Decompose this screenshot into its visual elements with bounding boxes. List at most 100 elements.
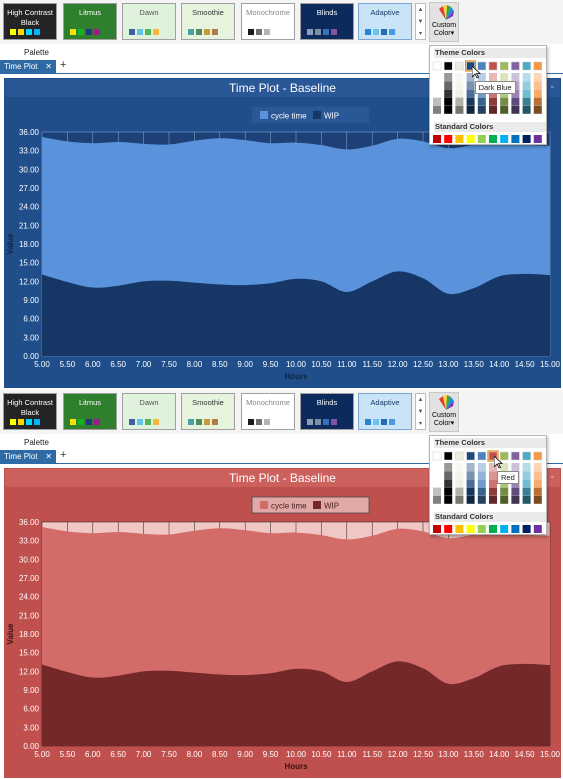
theme-color-shade[interactable] <box>433 105 441 114</box>
theme-color-shade[interactable] <box>533 479 542 488</box>
theme-color-shade[interactable] <box>433 97 441 106</box>
theme-color-shade[interactable] <box>444 81 453 90</box>
theme-color-swatch[interactable] <box>466 451 475 461</box>
theme-color-shade[interactable] <box>466 479 475 488</box>
theme-color-shade[interactable] <box>466 495 475 504</box>
palette-tile-high-contrast-black[interactable]: High Contrast Black <box>3 393 57 430</box>
palette-tile-litmus[interactable]: Litmus <box>63 393 117 430</box>
add-tab-button[interactable]: + <box>60 59 66 71</box>
theme-color-shade[interactable] <box>511 463 520 471</box>
theme-color-shade[interactable] <box>466 471 475 480</box>
theme-color-swatch[interactable] <box>443 61 453 71</box>
palette-tile-smoothie[interactable]: Smoothie <box>181 393 235 430</box>
standard-color-swatch[interactable] <box>489 525 497 533</box>
theme-color-shade[interactable] <box>533 73 542 81</box>
theme-color-shade[interactable] <box>444 471 453 480</box>
custom-color-button[interactable]: Custom Color▾ <box>429 392 459 432</box>
theme-color-shade[interactable] <box>466 97 475 106</box>
scroll-up-icon[interactable]: ▲ <box>416 394 425 406</box>
palette-tile-dawn[interactable]: Dawn <box>122 3 176 40</box>
theme-color-shade[interactable] <box>522 105 531 114</box>
theme-color-shade[interactable] <box>500 105 509 114</box>
theme-color-shade[interactable] <box>444 89 453 98</box>
theme-color-shade[interactable] <box>477 97 486 106</box>
theme-color-shade[interactable] <box>444 487 453 496</box>
gallery-expand-icon[interactable]: ▾ <box>416 28 425 40</box>
palette-tile-smoothie[interactable]: Smoothie <box>181 3 235 40</box>
theme-color-shade[interactable] <box>433 463 441 471</box>
tab-time-plot[interactable]: Time Plot ✕ <box>0 450 56 464</box>
standard-color-swatch[interactable] <box>500 135 509 143</box>
theme-color-swatch[interactable] <box>455 451 464 461</box>
standard-color-swatch[interactable] <box>500 525 509 533</box>
standard-color-swatch[interactable] <box>489 135 497 143</box>
theme-color-shade[interactable] <box>500 73 509 81</box>
palette-tile-monochrome[interactable]: Monochrome <box>241 393 295 430</box>
standard-color-swatch[interactable] <box>455 135 464 143</box>
window-restore-icon[interactable]: ▫ <box>551 84 553 91</box>
standard-color-swatch[interactable] <box>444 135 453 143</box>
theme-color-shade[interactable] <box>444 105 453 114</box>
theme-color-shade[interactable] <box>500 97 509 106</box>
theme-color-shade[interactable] <box>455 89 464 98</box>
theme-color-shade[interactable] <box>522 81 531 90</box>
theme-color-swatch[interactable] <box>499 61 509 71</box>
theme-color-shade[interactable] <box>455 487 464 496</box>
theme-color-shade[interactable] <box>511 495 520 504</box>
theme-color-swatch[interactable] <box>511 451 520 461</box>
theme-color-swatch[interactable] <box>511 61 520 71</box>
theme-color-shade[interactable] <box>477 105 486 114</box>
standard-color-swatch[interactable] <box>455 525 464 533</box>
theme-color-shade[interactable] <box>489 105 497 114</box>
theme-color-shade[interactable] <box>433 471 441 480</box>
theme-color-swatch[interactable] <box>477 451 487 461</box>
theme-color-shade[interactable] <box>533 81 542 90</box>
theme-color-shade[interactable] <box>477 471 486 480</box>
theme-color-shade[interactable] <box>522 487 531 496</box>
theme-color-shade[interactable] <box>433 479 441 488</box>
theme-color-shade[interactable] <box>433 81 441 90</box>
gallery-expand-icon[interactable]: ▾ <box>416 418 425 430</box>
palette-tile-adaptive[interactable]: Adaptive <box>358 3 412 40</box>
theme-color-swatch[interactable] <box>443 451 453 461</box>
theme-color-swatch[interactable] <box>455 61 464 71</box>
standard-color-swatch[interactable] <box>466 135 475 143</box>
theme-color-shade[interactable] <box>511 73 520 81</box>
theme-color-shade[interactable] <box>455 81 464 90</box>
theme-color-shade[interactable] <box>433 495 441 504</box>
theme-color-swatch[interactable] <box>432 451 442 461</box>
theme-color-shade[interactable] <box>533 487 542 496</box>
theme-color-shade[interactable] <box>489 495 497 504</box>
theme-color-shade[interactable] <box>533 105 542 114</box>
theme-color-shade[interactable] <box>455 495 464 504</box>
theme-color-swatch[interactable] <box>488 61 498 71</box>
theme-color-shade[interactable] <box>466 105 475 114</box>
theme-color-shade[interactable] <box>533 97 542 106</box>
theme-color-swatch[interactable] <box>522 61 531 71</box>
palette-tile-blinds[interactable]: Blinds <box>300 393 354 430</box>
theme-color-shade[interactable] <box>444 495 453 504</box>
standard-color-swatch[interactable] <box>533 525 542 533</box>
standard-color-swatch[interactable] <box>433 135 441 143</box>
theme-color-shade[interactable] <box>433 487 441 496</box>
theme-color-shade[interactable] <box>533 89 542 98</box>
theme-color-shade[interactable] <box>455 105 464 114</box>
scroll-up-icon[interactable]: ▲ <box>416 4 425 16</box>
theme-color-shade[interactable] <box>477 495 486 504</box>
standard-color-swatch[interactable] <box>522 135 531 143</box>
theme-color-shade[interactable] <box>522 97 531 106</box>
theme-color-shade[interactable] <box>522 495 531 504</box>
theme-color-shade[interactable] <box>500 495 509 504</box>
standard-color-swatch[interactable] <box>511 135 520 143</box>
theme-color-shade[interactable] <box>511 105 520 114</box>
theme-color-shade[interactable] <box>466 487 475 496</box>
standard-color-swatch[interactable] <box>466 525 475 533</box>
theme-color-shade[interactable] <box>522 471 531 480</box>
theme-color-shade[interactable] <box>433 89 441 98</box>
theme-color-shade[interactable] <box>511 97 520 106</box>
theme-color-shade[interactable] <box>444 463 453 471</box>
theme-color-shade[interactable] <box>533 495 542 504</box>
palette-tile-adaptive[interactable]: Adaptive <box>358 393 412 430</box>
theme-color-shade[interactable] <box>455 471 464 480</box>
theme-color-shade[interactable] <box>444 97 453 106</box>
